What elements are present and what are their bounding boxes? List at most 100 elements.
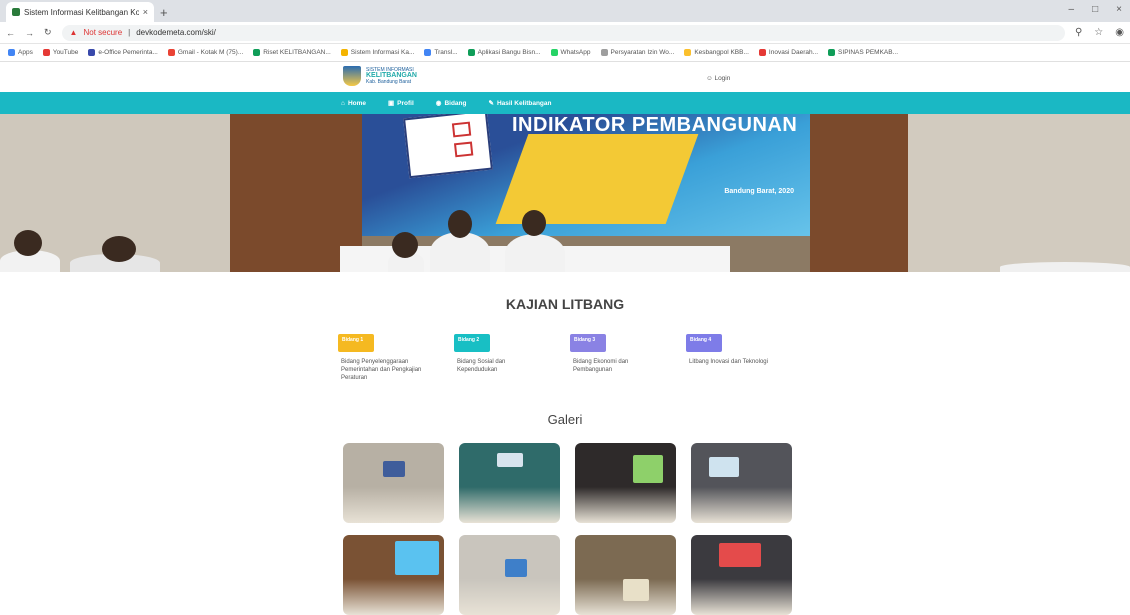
bookmark-label: Transl...	[434, 49, 458, 56]
address-bar-row: ← → ↻ ▲ Not secure | devkodemeta.com/ski…	[0, 22, 1130, 44]
projector-screen	[623, 579, 649, 601]
back-icon[interactable]: ←	[6, 28, 15, 38]
omnibox[interactable]: ▲ Not secure | devkodemeta.com/ski/	[61, 24, 1065, 41]
checklist-icon	[403, 114, 493, 179]
kajian-desc: Bidang Penyelenggaraan Pemerintahan dan …	[341, 359, 422, 381]
bookmark-icon	[758, 49, 766, 56]
kajian-card[interactable]: Bidang 4 Litbang Inovasi dan Teknologi	[686, 328, 802, 382]
galeri-photo-audience-stage[interactable]	[691, 535, 792, 615]
profile-icon[interactable]: ◉	[1115, 27, 1124, 38]
bookmark-icon	[167, 49, 175, 56]
bookmark-item[interactable]: Aplikasi Bangu Bisn...	[467, 49, 541, 56]
bookmark-item[interactable]: Inovasi Daerah...	[758, 49, 818, 56]
new-tab-button[interactable]: +	[160, 5, 168, 20]
nav-item-home[interactable]: ⌂ Home	[341, 100, 366, 107]
kajian-badge[interactable]: Bidang 2	[454, 334, 490, 352]
kajian-badge[interactable]: Bidang 1	[338, 334, 374, 352]
galeri-photo-seminar-room[interactable]	[343, 443, 444, 523]
bookmark-icon	[8, 49, 15, 56]
bookmark-item[interactable]: Gmail - Kotak M (75)...	[167, 49, 244, 56]
minimize-icon[interactable]: –	[1069, 4, 1075, 15]
bookmark-label: e-Office Pemerinta...	[98, 49, 158, 56]
wall-right	[908, 114, 1130, 272]
bookmark-item[interactable]: WhatsApp	[550, 49, 591, 56]
projector-screen	[383, 461, 405, 477]
star-icon[interactable]: ☆	[1094, 27, 1103, 38]
nav-item-hasil-kelitbangan[interactable]: ✎ Hasil Kelitbangan	[488, 99, 551, 108]
forward-icon[interactable]: →	[25, 28, 34, 38]
bookmark-item[interactable]: Riset KELITBANGAN...	[253, 49, 331, 56]
bookmark-icon	[253, 49, 261, 56]
galeri-photo-group-stage[interactable]	[459, 443, 560, 523]
audience-head	[392, 232, 418, 258]
projector-screen	[709, 457, 739, 477]
url-text[interactable]: devkodemeta.com/ski/	[136, 28, 216, 37]
zoom-icon[interactable]: ⚲	[1075, 27, 1082, 38]
galeri-photo-dark-room-presentation[interactable]	[575, 443, 676, 523]
bookmark-label: Riset KELITBANGAN...	[263, 49, 331, 56]
bookmark-icon	[467, 49, 475, 56]
panelist-head	[448, 210, 472, 238]
tab-close-icon[interactable]: ×	[143, 7, 148, 17]
kajian-badge[interactable]: Bidang 3	[570, 334, 606, 352]
banner-title: INDIKATOR PEMBANGUNAN	[512, 114, 798, 136]
nav-label: Home	[347, 99, 366, 107]
bookmark-item[interactable]: e-Office Pemerinta...	[88, 49, 158, 56]
window-controls: – □ ×	[1069, 4, 1122, 15]
bookmark-item[interactable]: Persyaratan Izin Wo...	[600, 49, 675, 56]
bookmark-item[interactable]: Apps	[8, 49, 33, 56]
browser-tabstrip: Sistem Informasi Kelitbangan Ko × + – □ …	[0, 0, 1130, 22]
nav-icon: ▣	[388, 100, 395, 107]
kajian-card[interactable]: Bidang 1 Bidang Penyelenggaraan Pemerinta…	[338, 328, 454, 382]
galeri-photo-meeting-table[interactable]	[691, 443, 792, 523]
bookmark-item[interactable]: YouTube	[42, 49, 78, 56]
audience-head	[14, 230, 42, 256]
bookmark-label: Gmail - Kotak M (75)...	[177, 49, 244, 56]
nav-icon: ◉	[435, 100, 442, 107]
bookmark-item[interactable]: Sistem Informasi Ka...	[340, 49, 415, 56]
nav-icon: ⌂	[341, 99, 345, 107]
kajian-card[interactable]: Bidang 2 Bidang Sosial dan Kependudukan	[454, 328, 570, 382]
site-header: SISTEM INFORMASI KELITBANGAN Kab. Bandun…	[0, 62, 1130, 92]
bookmark-icon	[828, 49, 836, 56]
tab-title: Sistem Informasi Kelitbangan Ko	[24, 7, 139, 17]
panelist-head	[522, 210, 546, 236]
kajian-card[interactable]: Bidang 3 Bidang Ekonomi dan Pembangunan	[570, 328, 686, 382]
bookmark-icon	[600, 49, 608, 56]
bookmark-label: Kesbangpol KBB...	[694, 49, 749, 56]
bookmark-label: Persyaratan Izin Wo...	[610, 49, 675, 56]
site-logo[interactable]: SISTEM INFORMASI KELITBANGAN Kab. Bandun…	[343, 66, 417, 86]
bookmark-label: Sistem Informasi Ka...	[350, 49, 415, 56]
warning-icon: ▲	[69, 28, 78, 37]
bookmark-icon	[88, 49, 96, 56]
reload-icon[interactable]: ↻	[44, 27, 52, 38]
url-separator: |	[128, 28, 131, 37]
bookmark-item[interactable]: SIPINAS PEMKAB...	[828, 49, 898, 56]
maximize-icon[interactable]: □	[1092, 4, 1098, 15]
nav-item-bidang[interactable]: ◉ Bidang	[435, 99, 467, 108]
main-navbar: ⌂ Home ▣ Profil ◉ Bidang ✎ Hasil Kelitbangan	[0, 92, 1130, 114]
not-secure-label[interactable]: Not secure	[83, 28, 122, 37]
kajian-badge[interactable]: Bidang 4	[686, 334, 722, 352]
bookmark-item[interactable]: Kesbangpol KBB...	[684, 49, 749, 56]
kajian-desc: Litbang Inovasi dan Teknologi	[689, 359, 768, 365]
bookmark-icon	[550, 49, 558, 56]
nav-item-profil[interactable]: ▣ Profil	[388, 99, 414, 108]
bookmark-item[interactable]: Transl...	[424, 49, 458, 56]
bookmark-label: Apps	[18, 49, 33, 56]
galeri-photo-audience-projector[interactable]	[343, 535, 444, 615]
audience-head	[102, 236, 136, 262]
nav-label: Profil	[397, 99, 414, 107]
projector-screen	[633, 455, 663, 483]
kajian-desc: Bidang Ekonomi dan Pembangunan	[573, 359, 629, 373]
galeri-photo-seminar-hall[interactable]	[459, 535, 560, 615]
close-window-icon[interactable]: ×	[1116, 4, 1122, 15]
login-link[interactable]: ☺ Login	[706, 75, 730, 82]
galeri-photo-award-ceremony[interactable]	[575, 535, 676, 615]
bookmark-icon	[684, 49, 692, 56]
bookmark-label: WhatsApp	[560, 49, 591, 56]
kajian-title: KAJIAN LITBANG	[505, 296, 625, 312]
browser-tab[interactable]: Sistem Informasi Kelitbangan Ko ×	[6, 2, 154, 22]
site-favicon-icon	[12, 8, 20, 16]
nav-icon: ✎	[488, 100, 494, 107]
